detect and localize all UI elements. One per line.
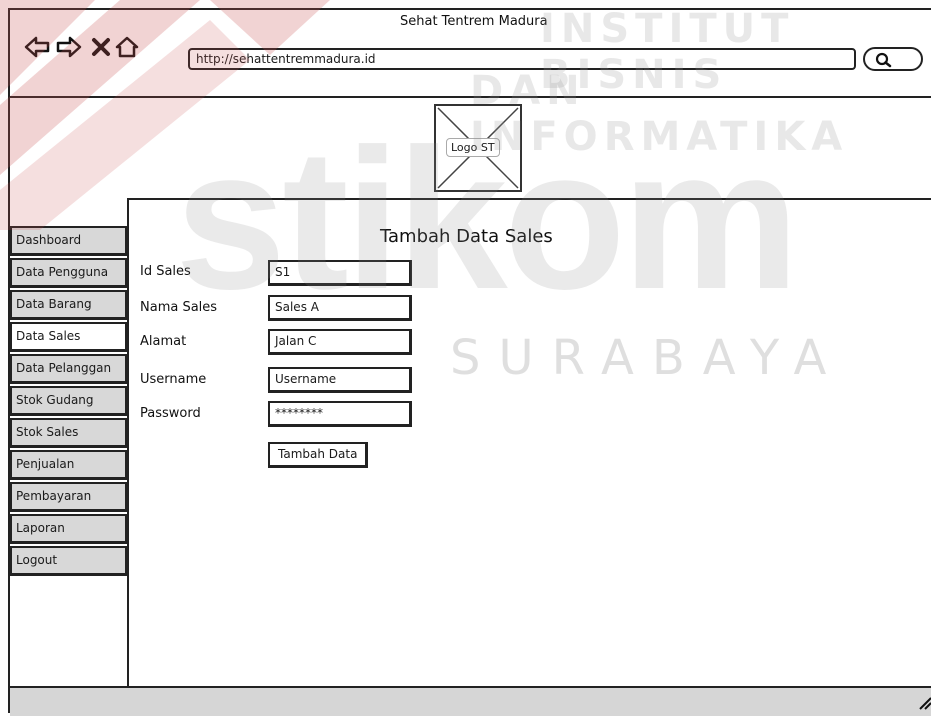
address-bar[interactable]: http://sehattentremmadura.id bbox=[188, 48, 856, 70]
alamat-label: Alamat bbox=[140, 334, 187, 349]
id-sales-label: Id Sales bbox=[140, 264, 191, 279]
close-icon[interactable] bbox=[90, 35, 112, 59]
home-icon[interactable] bbox=[114, 35, 140, 59]
sidebar-item-data-pengguna[interactable]: Data Pengguna bbox=[10, 258, 127, 288]
window-title: Sehat Tentrem Madura bbox=[400, 14, 548, 29]
sidebar-item-pembayaran[interactable]: Pembayaran bbox=[10, 482, 127, 512]
status-bar bbox=[10, 686, 931, 716]
sidebar-item-data-pelanggan[interactable]: Data Pelanggan bbox=[10, 354, 127, 384]
page-title: Tambah Data Sales bbox=[380, 226, 553, 247]
logo-placeholder: Logo ST bbox=[434, 104, 522, 192]
id-sales-field[interactable]: S1 bbox=[268, 260, 412, 286]
sidebar-item-dashboard[interactable]: Dashboard bbox=[10, 226, 127, 256]
sidebar-item-stok-gudang[interactable]: Stok Gudang bbox=[10, 386, 127, 416]
content-panel bbox=[127, 198, 931, 686]
sidebar-item-stok-sales[interactable]: Stok Sales bbox=[10, 418, 127, 448]
arrow-right-icon[interactable] bbox=[56, 35, 82, 59]
logo-label: Logo ST bbox=[446, 138, 500, 157]
username-field[interactable]: Username bbox=[268, 367, 412, 393]
sidebar-item-penjualan[interactable]: Penjualan bbox=[10, 450, 127, 480]
password-label: Password bbox=[140, 406, 201, 421]
sidebar: Dashboard Data Pengguna Data Barang Data… bbox=[10, 226, 127, 578]
resize-grip-icon[interactable] bbox=[916, 694, 931, 710]
tambah-data-button[interactable]: Tambah Data bbox=[268, 442, 369, 468]
nama-sales-field[interactable]: Sales A bbox=[268, 295, 412, 321]
username-label: Username bbox=[140, 372, 207, 387]
sidebar-item-data-barang[interactable]: Data Barang bbox=[10, 290, 127, 320]
password-field[interactable]: ******** bbox=[268, 401, 412, 427]
nama-sales-label: Nama Sales bbox=[140, 300, 218, 315]
search-icon bbox=[875, 52, 892, 68]
arrow-left-icon[interactable] bbox=[24, 35, 50, 59]
sidebar-item-logout[interactable]: Logout bbox=[10, 546, 127, 576]
sidebar-item-data-sales[interactable]: Data Sales bbox=[10, 322, 127, 352]
browser-titlebar: Sehat Tentrem Madura http://sehattentrem… bbox=[10, 10, 931, 98]
search-button[interactable] bbox=[863, 47, 923, 71]
sidebar-item-laporan[interactable]: Laporan bbox=[10, 514, 127, 544]
alamat-field[interactable]: Jalan C bbox=[268, 329, 412, 355]
browser-window: Sehat Tentrem Madura http://sehattentrem… bbox=[8, 8, 931, 716]
